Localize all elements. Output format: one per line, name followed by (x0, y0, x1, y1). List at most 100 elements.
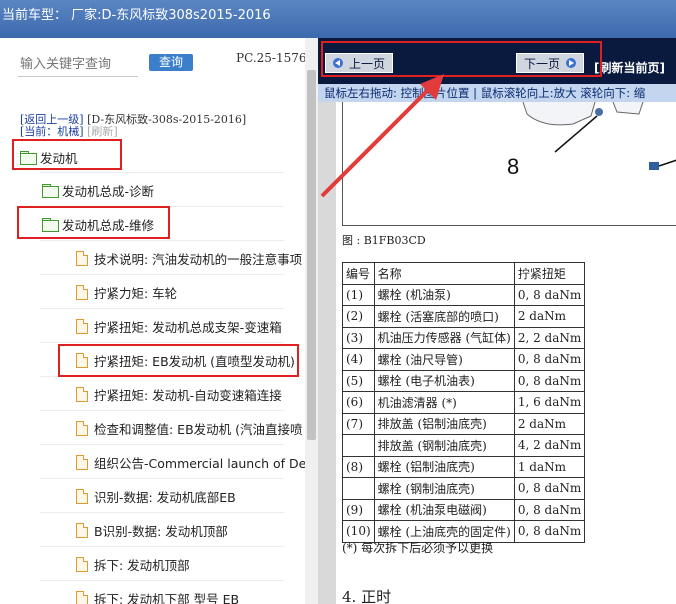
folder-open-icon (42, 184, 59, 198)
document-icon (76, 522, 88, 538)
table-cell: (4) (342, 348, 375, 371)
table-cell: 0, 8 daNm (513, 283, 586, 306)
table-cell: 螺栓 (油尺导管) (373, 348, 515, 371)
tree-item-doc[interactable]: B识别-数据: 发动机顶部 (76, 519, 228, 541)
table-cell: 2 daNm (513, 412, 586, 435)
divider (40, 172, 284, 173)
divider (40, 546, 284, 547)
table-cell: (6) (342, 391, 375, 414)
refresh-link[interactable]: [刷新] (87, 125, 118, 138)
table-cell (342, 477, 375, 500)
highlight-box-engine-repair (17, 206, 170, 239)
search-underline (18, 76, 138, 77)
left-panel: 查询 PC.25-1576 [返回上一级] [D-东风标致-308s-2015-… (0, 38, 318, 604)
table-header: 编号 (342, 262, 375, 285)
divider (40, 308, 284, 309)
table-row: (3) 机油压力传感器 (气缸体) 2, 2 daNm (342, 326, 586, 349)
query-button[interactable]: 查询 (149, 54, 193, 71)
tree-item-label: 拆下: 发动机顶部 (94, 557, 190, 573)
table-cell (342, 434, 375, 457)
highlight-box-nav (321, 41, 602, 77)
table-cell: 机油滤清器 (*) (373, 391, 515, 414)
table-cell: 排放盖 (铝制油底壳) (373, 412, 515, 435)
table-cell: 排放盖 (钢制油底壳) (373, 434, 515, 457)
table-cell: 1 daNm (513, 455, 586, 478)
table-cell: (8) (342, 455, 375, 478)
viewer-hint: 鼠标左右拖动: 控制图片位置 | 鼠标滚轮向上:放大 滚轮向下: 缩 (318, 84, 676, 102)
divider (40, 512, 284, 513)
table-cell: 螺栓 (活塞底部的喷口) (373, 305, 515, 328)
table-cell: (9) (342, 498, 375, 521)
tree-item-label: 检查和调整值: EB发动机 (汽油直接喷 (94, 421, 303, 437)
table-note: (*) 每次拆下后必须予以更换 (342, 541, 494, 555)
refresh-page-link[interactable]: [刷新当前页] (594, 59, 665, 76)
tree-item-label: 识别-数据: 发动机底部EB (94, 489, 236, 505)
scrollbar-thumb[interactable] (307, 70, 316, 440)
table-header: 拧紧扭矩 (513, 262, 586, 285)
table-row: (6) 机油滤清器 (*) 1, 6 daNm (342, 391, 586, 414)
table-row: (9) 螺栓 (机油泵电磁阀) 0, 8 daNm (342, 498, 586, 521)
tree-item-label: 拧紧扭矩: 发动机总成支架-变速箱 (94, 319, 282, 335)
table-cell: 0, 8 daNm (513, 498, 586, 521)
breadcrumb: [返回上一级] [D-东风标致-308s-2015-2016] [当前：机械] … (20, 114, 246, 138)
table-cell: 螺栓 (电子机油表) (373, 369, 515, 392)
table-cell: 螺栓 (机油泵) (373, 283, 515, 306)
tree-item-label: 技术说明: 汽油发动机的一般注意事项 (94, 251, 303, 267)
table-cell: 螺栓 (钢制油底壳) (373, 477, 515, 500)
current-label: [当前：机械] (20, 125, 84, 138)
tree-item-label: 拆下: 发动机下部 型号 EB (94, 591, 240, 604)
table-row: (8) 螺栓 (铝制油底壳) 1 daNm (342, 455, 586, 478)
tree-item-doc[interactable]: 拧紧扭矩: 发动机总成支架-变速箱 (76, 315, 282, 337)
tree-item-doc[interactable]: 组织公告-Commercial launch of DeNO (76, 451, 318, 473)
table-row: (5) 螺栓 (电子机油表) 0, 8 daNm (342, 369, 586, 392)
document-icon (76, 590, 88, 604)
document-icon (76, 488, 88, 504)
table-row: (1) 螺栓 (机油泵) 0, 8 daNm (342, 283, 586, 306)
divider (40, 274, 284, 275)
divider (40, 478, 284, 479)
document-icon (76, 386, 88, 402)
tree-item-label: B识别-数据: 发动机顶部 (94, 523, 228, 539)
engine-figure: 8 (342, 101, 676, 226)
table-cell: 2, 2 daNm (513, 326, 586, 349)
tree-item-doc[interactable]: 拆下: 发动机下部 型号 EB (76, 587, 239, 604)
search-input[interactable] (20, 54, 138, 74)
tree-item-label: 组织公告-Commercial launch of DeNO (94, 455, 318, 471)
table-cell: 1, 6 daNm (513, 391, 586, 414)
divider (40, 342, 284, 343)
document-icon (76, 318, 88, 334)
tree-item-doc[interactable]: 拧紧力矩: 车轮 (76, 281, 177, 303)
document-icon (76, 556, 88, 572)
table-cell: (3) (342, 326, 375, 349)
table-cell: 0, 8 daNm (513, 348, 586, 371)
table-cell: 4, 2 daNm (513, 434, 586, 457)
tree-item-doc[interactable]: 检查和调整值: EB发动机 (汽油直接喷 (76, 417, 303, 439)
document-icon (76, 284, 88, 300)
table-header: 名称 (373, 262, 515, 285)
tree-item-doc[interactable]: 技术说明: 汽油发动机的一般注意事项 (76, 247, 302, 269)
table-row: (2) 螺栓 (活塞底部的喷口) 2 daNm (342, 305, 586, 328)
table-cell: (5) (342, 369, 375, 392)
pc-code: PC.25-1576 (236, 51, 307, 65)
table-row: (7) 排放盖 (铝制油底壳) 2 daNm (342, 412, 586, 435)
tree-item-label: 拧紧力矩: 车轮 (94, 285, 178, 301)
document-icon (76, 454, 88, 470)
table-header-row: 编号 名称 拧紧扭矩 (342, 262, 586, 285)
table-cell: 2 daNm (513, 305, 586, 328)
window-title: 当前车型： 厂家:D-东风标致308s2015-2016 (2, 8, 271, 23)
callout-number: 8 (507, 154, 520, 179)
table-cell: 0, 8 daNm (513, 369, 586, 392)
tree-item-doc[interactable]: 拆下: 发动机顶部 (76, 553, 190, 575)
table-cell: 机油压力传感器 (气缸体) (373, 326, 515, 349)
document-page[interactable]: 8 图 : B1FB03CD 编号 名称 拧紧扭矩 (1) 螺栓 (机油泵) 0… (336, 101, 676, 604)
document-viewer: 上一页 下一页 [刷新当前页] 鼠标左右拖动: 控制图片位置 | 鼠标滚轮向上:… (318, 38, 676, 604)
table-row: (4) 螺栓 (油尺导管) 0, 8 daNm (342, 348, 586, 371)
tree-item-doc[interactable]: 拧紧扭矩: 发动机-自动变速箱连接 (76, 383, 282, 405)
divider (40, 240, 284, 241)
section-title: 4. 正时 (342, 588, 392, 604)
table-cell: (7) (342, 412, 375, 435)
tree-item-engine-diagnosis[interactable]: 发动机总成-诊断 (42, 179, 154, 201)
document-icon (76, 420, 88, 436)
tree-item-doc[interactable]: 识别-数据: 发动机底部EB (76, 485, 236, 507)
document-icon (76, 250, 88, 266)
